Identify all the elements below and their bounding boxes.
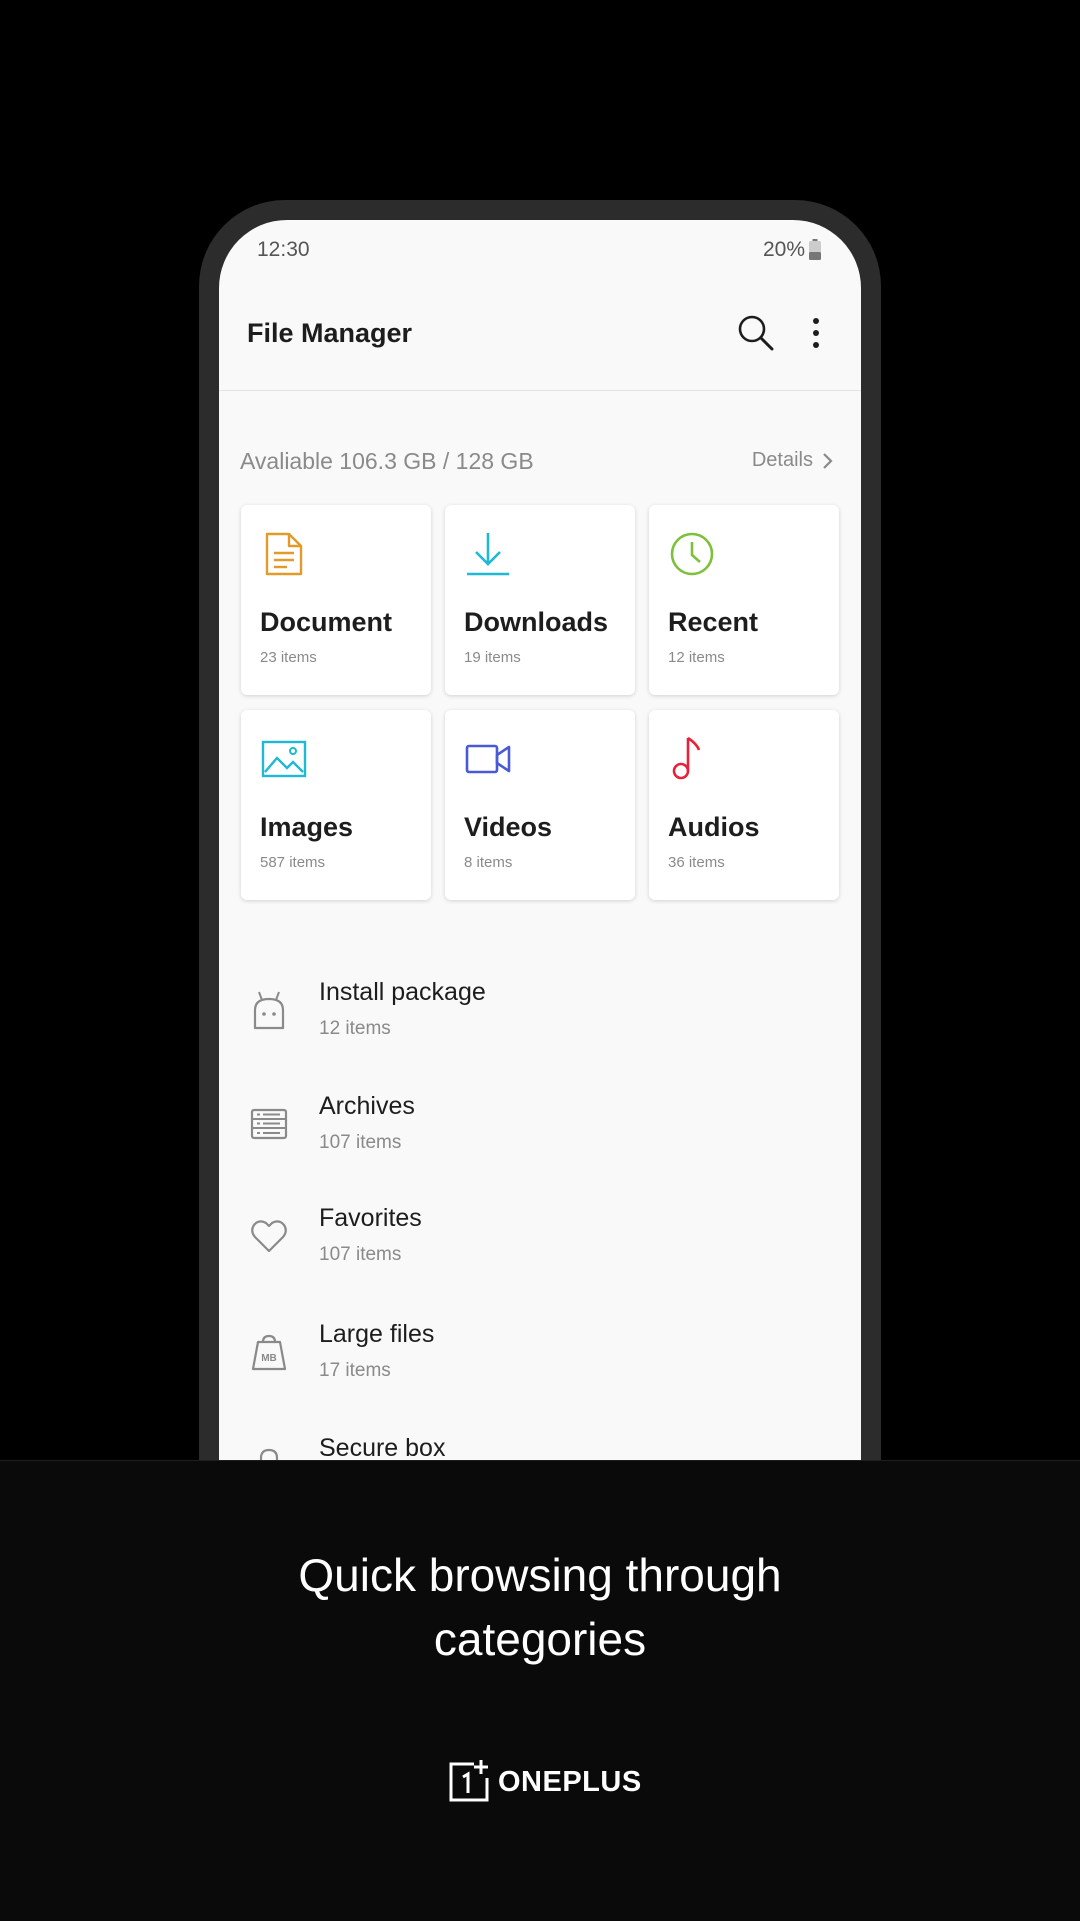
battery-icon (809, 239, 821, 260)
tagline-line-2: categories (433, 1613, 647, 1665)
tagline-line-1: Quick browsing through (298, 1549, 782, 1601)
list-item-count: 12 items (319, 1018, 391, 1039)
app-bar: File Manager (219, 280, 861, 391)
list-item-title: Install package (319, 978, 486, 1006)
list-item-title: Secure box (319, 1434, 446, 1460)
category-title: Images (260, 812, 354, 842)
list-item-install-package[interactable]: Install package 12 items (219, 962, 861, 1062)
battery-level: 20% (762, 238, 805, 261)
video-icon (465, 744, 511, 774)
category-title: Recent (668, 607, 759, 637)
list-item-large-files[interactable]: MB Large files 17 items (219, 1304, 861, 1404)
large-file-icon: MB (251, 1334, 287, 1371)
details-link[interactable]: Details (752, 449, 833, 472)
lock-icon (259, 1448, 279, 1460)
promo-tagline: Quick browsing through categories (0, 1543, 1080, 1671)
svg-text:MB: MB (261, 1353, 277, 1364)
search-icon (738, 315, 774, 351)
category-title: Document (260, 607, 393, 637)
category-card-document[interactable]: Document 23 items (241, 505, 431, 695)
heart-icon (251, 1220, 287, 1253)
storage-summary: Avaliable 106.3 GB / 128 GB (240, 448, 534, 474)
category-title: Downloads (464, 607, 609, 637)
chevron-right-icon (823, 452, 833, 469)
category-card-audios[interactable]: Audios 36 items (649, 710, 839, 900)
list-item-favorites[interactable]: Favorites 107 items (219, 1188, 861, 1288)
image-icon (261, 740, 307, 778)
brand-logo: ONEPLUS (448, 1759, 642, 1805)
category-count: 36 items (668, 854, 725, 871)
category-count: 8 items (464, 854, 513, 871)
status-time: 12:30 (257, 238, 310, 261)
list-item-title: Favorites (319, 1204, 422, 1232)
category-title: Audios (668, 812, 760, 842)
category-count: 19 items (464, 649, 521, 666)
list-item-title: Large files (319, 1320, 435, 1348)
list-item-count: 107 items (319, 1244, 402, 1265)
android-icon (253, 991, 285, 1030)
category-count: 587 items (260, 854, 326, 871)
clock-icon (670, 532, 714, 576)
list-item-archives[interactable]: Archives 107 items (219, 1076, 861, 1176)
list-item-count: 17 items (319, 1360, 391, 1381)
details-label: Details (751, 449, 813, 471)
list-item-count: 107 items (319, 1132, 402, 1153)
search-button[interactable] (735, 312, 777, 354)
category-count: 12 items (668, 649, 725, 666)
category-count: 23 items (260, 649, 317, 666)
brand-name: ONEPLUS (498, 1765, 642, 1798)
document-icon (265, 532, 303, 576)
more-options-button[interactable] (803, 312, 829, 354)
list-item-title: Archives (319, 1092, 415, 1120)
phone-screen: 12:30 20% File Manager Avaliable 106.3 G… (219, 220, 861, 1460)
archive-icon (250, 1108, 288, 1140)
category-card-recent[interactable]: Recent 12 items (649, 505, 839, 695)
category-card-downloads[interactable]: Downloads 19 items (445, 505, 635, 695)
category-card-videos[interactable]: Videos 8 items (445, 710, 635, 900)
oneplus-logo-icon (449, 1760, 489, 1802)
promo-panel: Quick browsing through categories ONEPLU… (0, 1460, 1080, 1921)
category-title: Videos (464, 812, 553, 842)
list-item-secure-box[interactable]: Secure box (219, 1418, 861, 1460)
category-card-images[interactable]: Images 587 items (241, 710, 431, 900)
status-bar: 12:30 20% (219, 220, 861, 280)
music-note-icon (672, 736, 701, 780)
page-title: File Manager (247, 318, 413, 348)
more-vert-icon (813, 318, 819, 348)
download-icon (467, 533, 509, 576)
